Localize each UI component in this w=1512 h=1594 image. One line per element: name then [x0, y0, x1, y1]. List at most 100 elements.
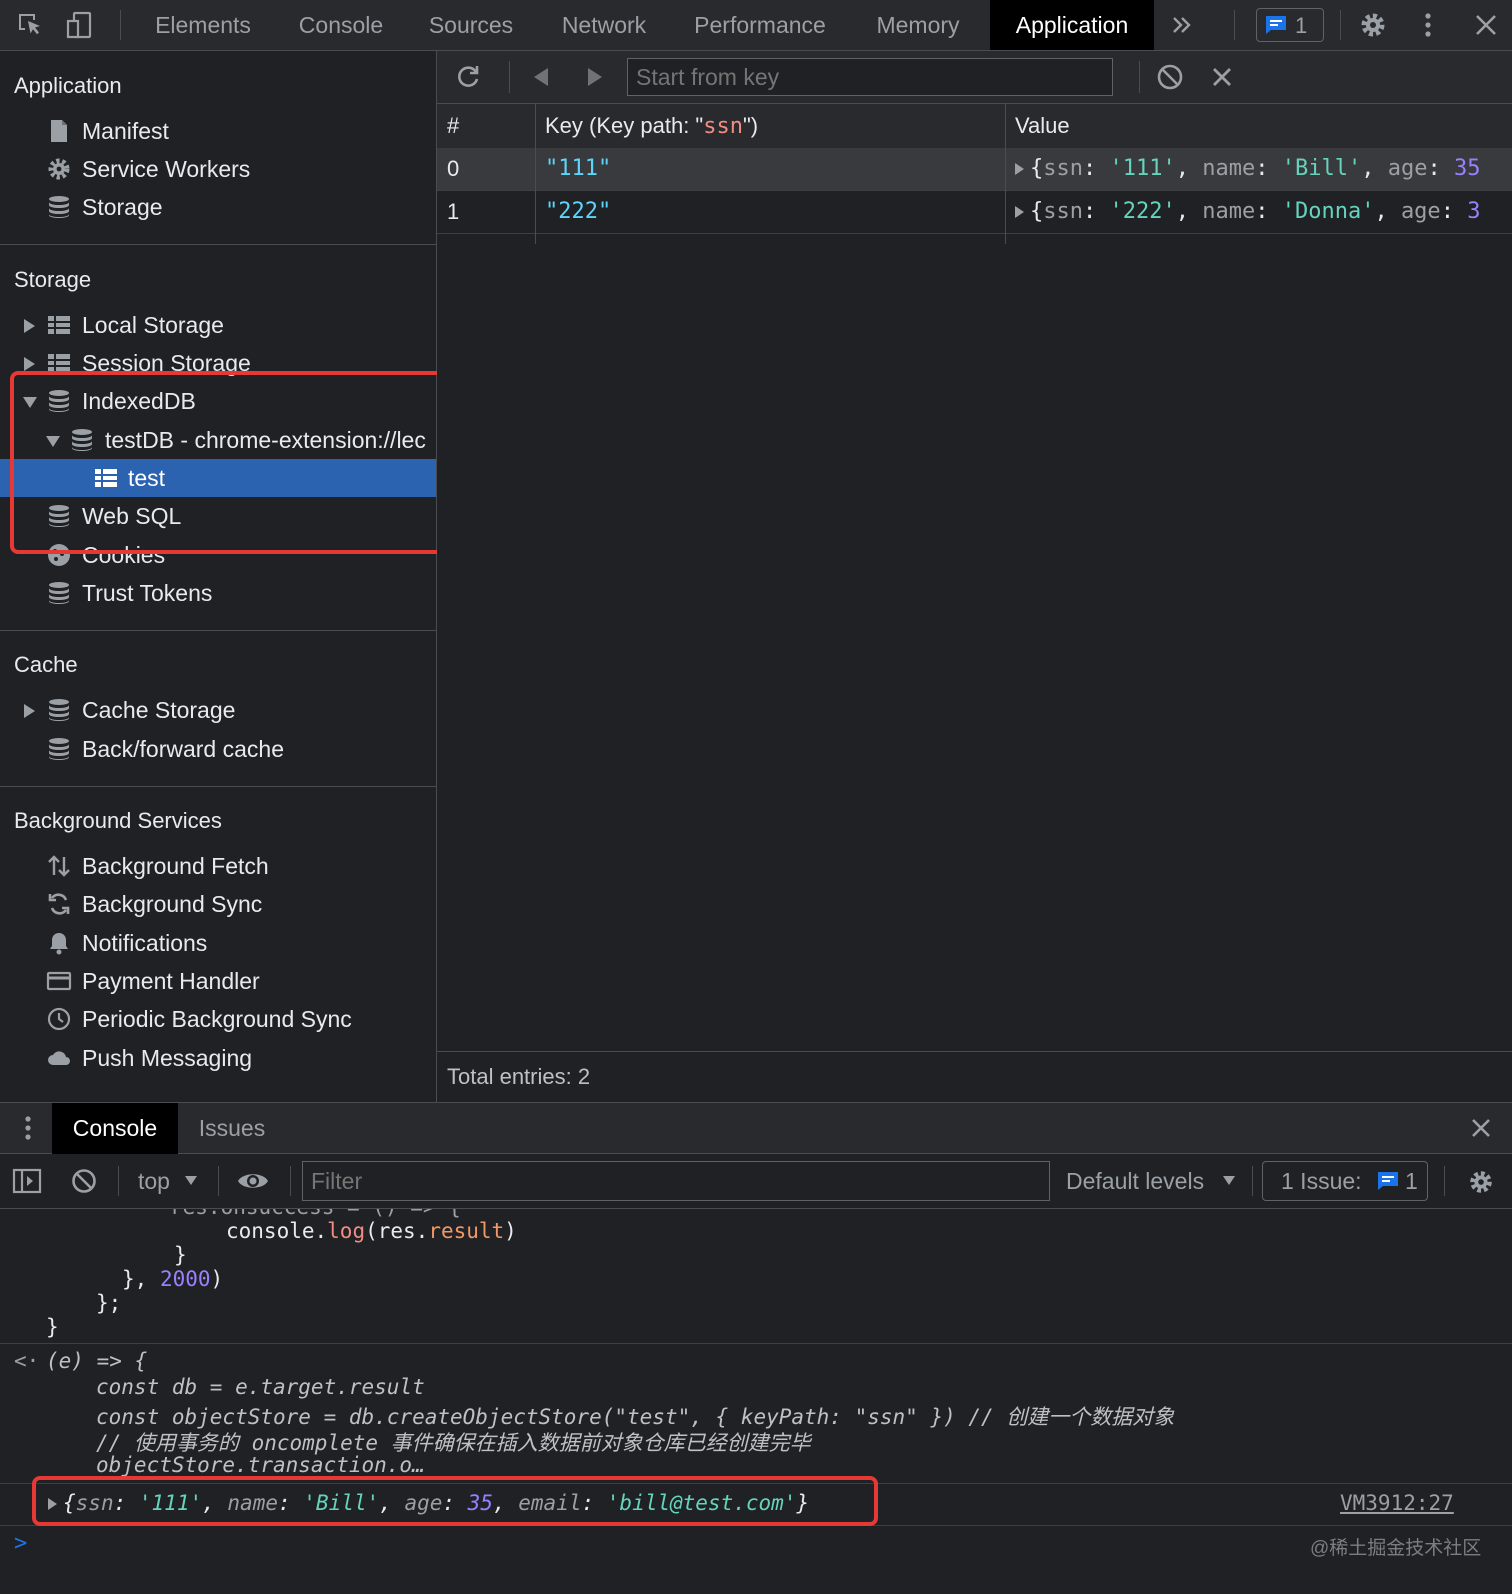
console-return-line: const db = e.target.result: [96, 1375, 425, 1399]
drawer-tabbar: Console Issues: [0, 1102, 1512, 1154]
sidebar-item-background-fetch[interactable]: Background Fetch: [0, 847, 436, 885]
database-icon: [49, 505, 69, 527]
total-entries: Total entries: 2: [447, 1064, 591, 1089]
cloud-icon: [48, 1051, 70, 1065]
table-row[interactable]: 0 "111" {ssn: '111', name: 'Bill', age: …: [437, 148, 1512, 191]
collapse-arrow-icon[interactable]: [46, 436, 60, 447]
column-header-value[interactable]: Value: [1015, 104, 1070, 148]
console-prompt[interactable]: >: [14, 1531, 27, 1556]
settings-gear-icon[interactable]: [1357, 9, 1389, 41]
tab-memory[interactable]: Memory: [856, 0, 980, 50]
clear-console-icon[interactable]: [70, 1167, 98, 1195]
column-header-key[interactable]: Key (Key path: "ssn"): [545, 104, 758, 148]
console-log-object[interactable]: {ssn: '111', name: 'Bill', age: 35, emai…: [48, 1491, 809, 1515]
sidebar-item-cache-storage[interactable]: Cache Storage: [0, 691, 436, 729]
device-toolbar-icon[interactable]: [64, 9, 96, 41]
console-code-line: res.onsuccess = () => {: [170, 1209, 461, 1219]
sidebar-item-periodic-background-sync[interactable]: Periodic Background Sync: [0, 1000, 436, 1038]
close-drawer-icon[interactable]: [1468, 1115, 1494, 1141]
sidebar-item-background-sync[interactable]: Background Sync: [0, 885, 436, 923]
section-title-application: Application: [14, 73, 122, 98]
sidebar-item-service-workers[interactable]: Service Workers: [0, 150, 436, 188]
value-cell: {ssn: '111', name: 'Bill', age: 35: [1015, 148, 1512, 190]
sidebar-item-testdb[interactable]: testDB - chrome-extension://lec: [0, 421, 436, 459]
dropdown-caret-icon: [1223, 1176, 1235, 1185]
sidebar-item-trust-tokens[interactable]: Trust Tokens: [0, 574, 436, 612]
kebab-menu-icon[interactable]: [1412, 9, 1444, 41]
console-filter-input[interactable]: [302, 1161, 1050, 1201]
database-icon: [49, 196, 69, 218]
table-icon: [95, 469, 117, 487]
value-cell: {ssn: '222', name: 'Donna', age: 3: [1015, 191, 1512, 233]
refresh-icon[interactable]: [453, 62, 483, 92]
sidebar-item-payment-handler[interactable]: Payment Handler: [0, 962, 436, 1000]
clear-object-store-icon[interactable]: [1155, 62, 1185, 92]
drawer-tab-console[interactable]: Console: [52, 1103, 178, 1154]
database-icon: [49, 738, 69, 760]
gear-icon: [48, 158, 70, 180]
section-title-storage: Storage: [14, 267, 92, 292]
collapse-arrow-icon[interactable]: [23, 397, 37, 408]
inspect-element-icon[interactable]: [14, 9, 46, 41]
show-sidebar-icon[interactable]: [12, 1167, 42, 1195]
sidebar-item-push-messaging[interactable]: Push Messaging: [0, 1039, 436, 1077]
more-tabs-icon[interactable]: [1166, 9, 1198, 41]
sidebar-item-manifest[interactable]: Manifest: [0, 112, 436, 150]
tab-sources[interactable]: Sources: [412, 0, 530, 50]
database-icon: [49, 699, 69, 721]
sidebar-item-storage[interactable]: Storage: [0, 188, 436, 226]
source-link[interactable]: VM3912:27: [1340, 1491, 1454, 1515]
section-title-cache: Cache: [14, 652, 78, 677]
tab-performance[interactable]: Performance: [675, 0, 845, 50]
close-devtools-icon[interactable]: [1470, 9, 1502, 41]
table-icon: [48, 316, 70, 334]
live-expression-eye-icon[interactable]: [236, 1169, 270, 1193]
expand-arrow-icon[interactable]: [24, 357, 35, 371]
sidebar-item-test-store[interactable]: test: [0, 459, 436, 497]
sidebar-item-cookies[interactable]: Cookies: [0, 536, 436, 574]
console-toolbar: top Default levels 1 Issue: 1: [0, 1154, 1512, 1209]
next-page-icon[interactable]: [581, 64, 607, 90]
database-icon: [72, 429, 92, 451]
section-title-background-services: Background Services: [14, 808, 222, 833]
sidebar-item-web-sql[interactable]: Web SQL: [0, 497, 436, 535]
expand-arrow-icon[interactable]: [24, 319, 35, 333]
console-code-line: }, 2000): [122, 1267, 224, 1291]
column-header-index[interactable]: #: [447, 104, 459, 148]
sidebar-item-session-storage[interactable]: Session Storage: [0, 344, 436, 382]
message-icon: [1378, 1172, 1398, 1190]
tab-elements[interactable]: Elements: [140, 0, 266, 50]
message-icon: [1266, 16, 1286, 34]
previous-page-icon[interactable]: [529, 64, 555, 90]
sidebar-item-local-storage[interactable]: Local Storage: [0, 306, 436, 344]
issues-count: 1: [1295, 13, 1308, 38]
console-code-line: }: [174, 1243, 187, 1267]
tab-network[interactable]: Network: [545, 0, 663, 50]
expand-triangle-icon: [1015, 163, 1024, 175]
delete-selected-icon[interactable]: [1209, 64, 1235, 90]
console-settings-gear-icon[interactable]: [1466, 1167, 1496, 1197]
expand-arrow-icon[interactable]: [24, 704, 35, 718]
table-icon: [48, 354, 70, 372]
indexeddb-data-view: # Key (Key path: "ssn") Value 0 "111" {s…: [437, 51, 1512, 1103]
data-view-toolbar: [437, 51, 1512, 104]
tab-console[interactable]: Console: [280, 0, 402, 50]
console-output: res.onsuccess = () => { console.log(res.…: [0, 1209, 1512, 1594]
sidebar-item-indexeddb[interactable]: IndexedDB: [0, 382, 436, 420]
sidebar-item-notifications[interactable]: Notifications: [0, 924, 436, 962]
tab-application[interactable]: Application: [990, 0, 1154, 50]
issues-counter-button[interactable]: 1 Issue: 1: [1262, 1161, 1428, 1201]
start-from-key-input[interactable]: [627, 58, 1113, 96]
console-code-line: }: [46, 1315, 59, 1339]
devtools-tabbar: Elements Console Sources Network Perform…: [0, 0, 1512, 51]
console-return-line: objectStore.transaction.o…: [96, 1453, 425, 1477]
watermark: @稀土掘金技术社区: [1310, 1538, 1482, 1559]
console-code-line: console.log(res.result): [226, 1219, 517, 1243]
issues-badge[interactable]: 1: [1256, 8, 1324, 42]
credit-card-icon: [46, 971, 72, 991]
cookie-icon: [48, 544, 70, 566]
drawer-menu-icon[interactable]: [18, 1113, 38, 1143]
drawer-tab-issues[interactable]: Issues: [186, 1103, 278, 1154]
table-row[interactable]: 1 "222" {ssn: '222', name: 'Donna', age:…: [437, 191, 1512, 234]
sidebar-item-back-forward-cache[interactable]: Back/forward cache: [0, 730, 436, 768]
